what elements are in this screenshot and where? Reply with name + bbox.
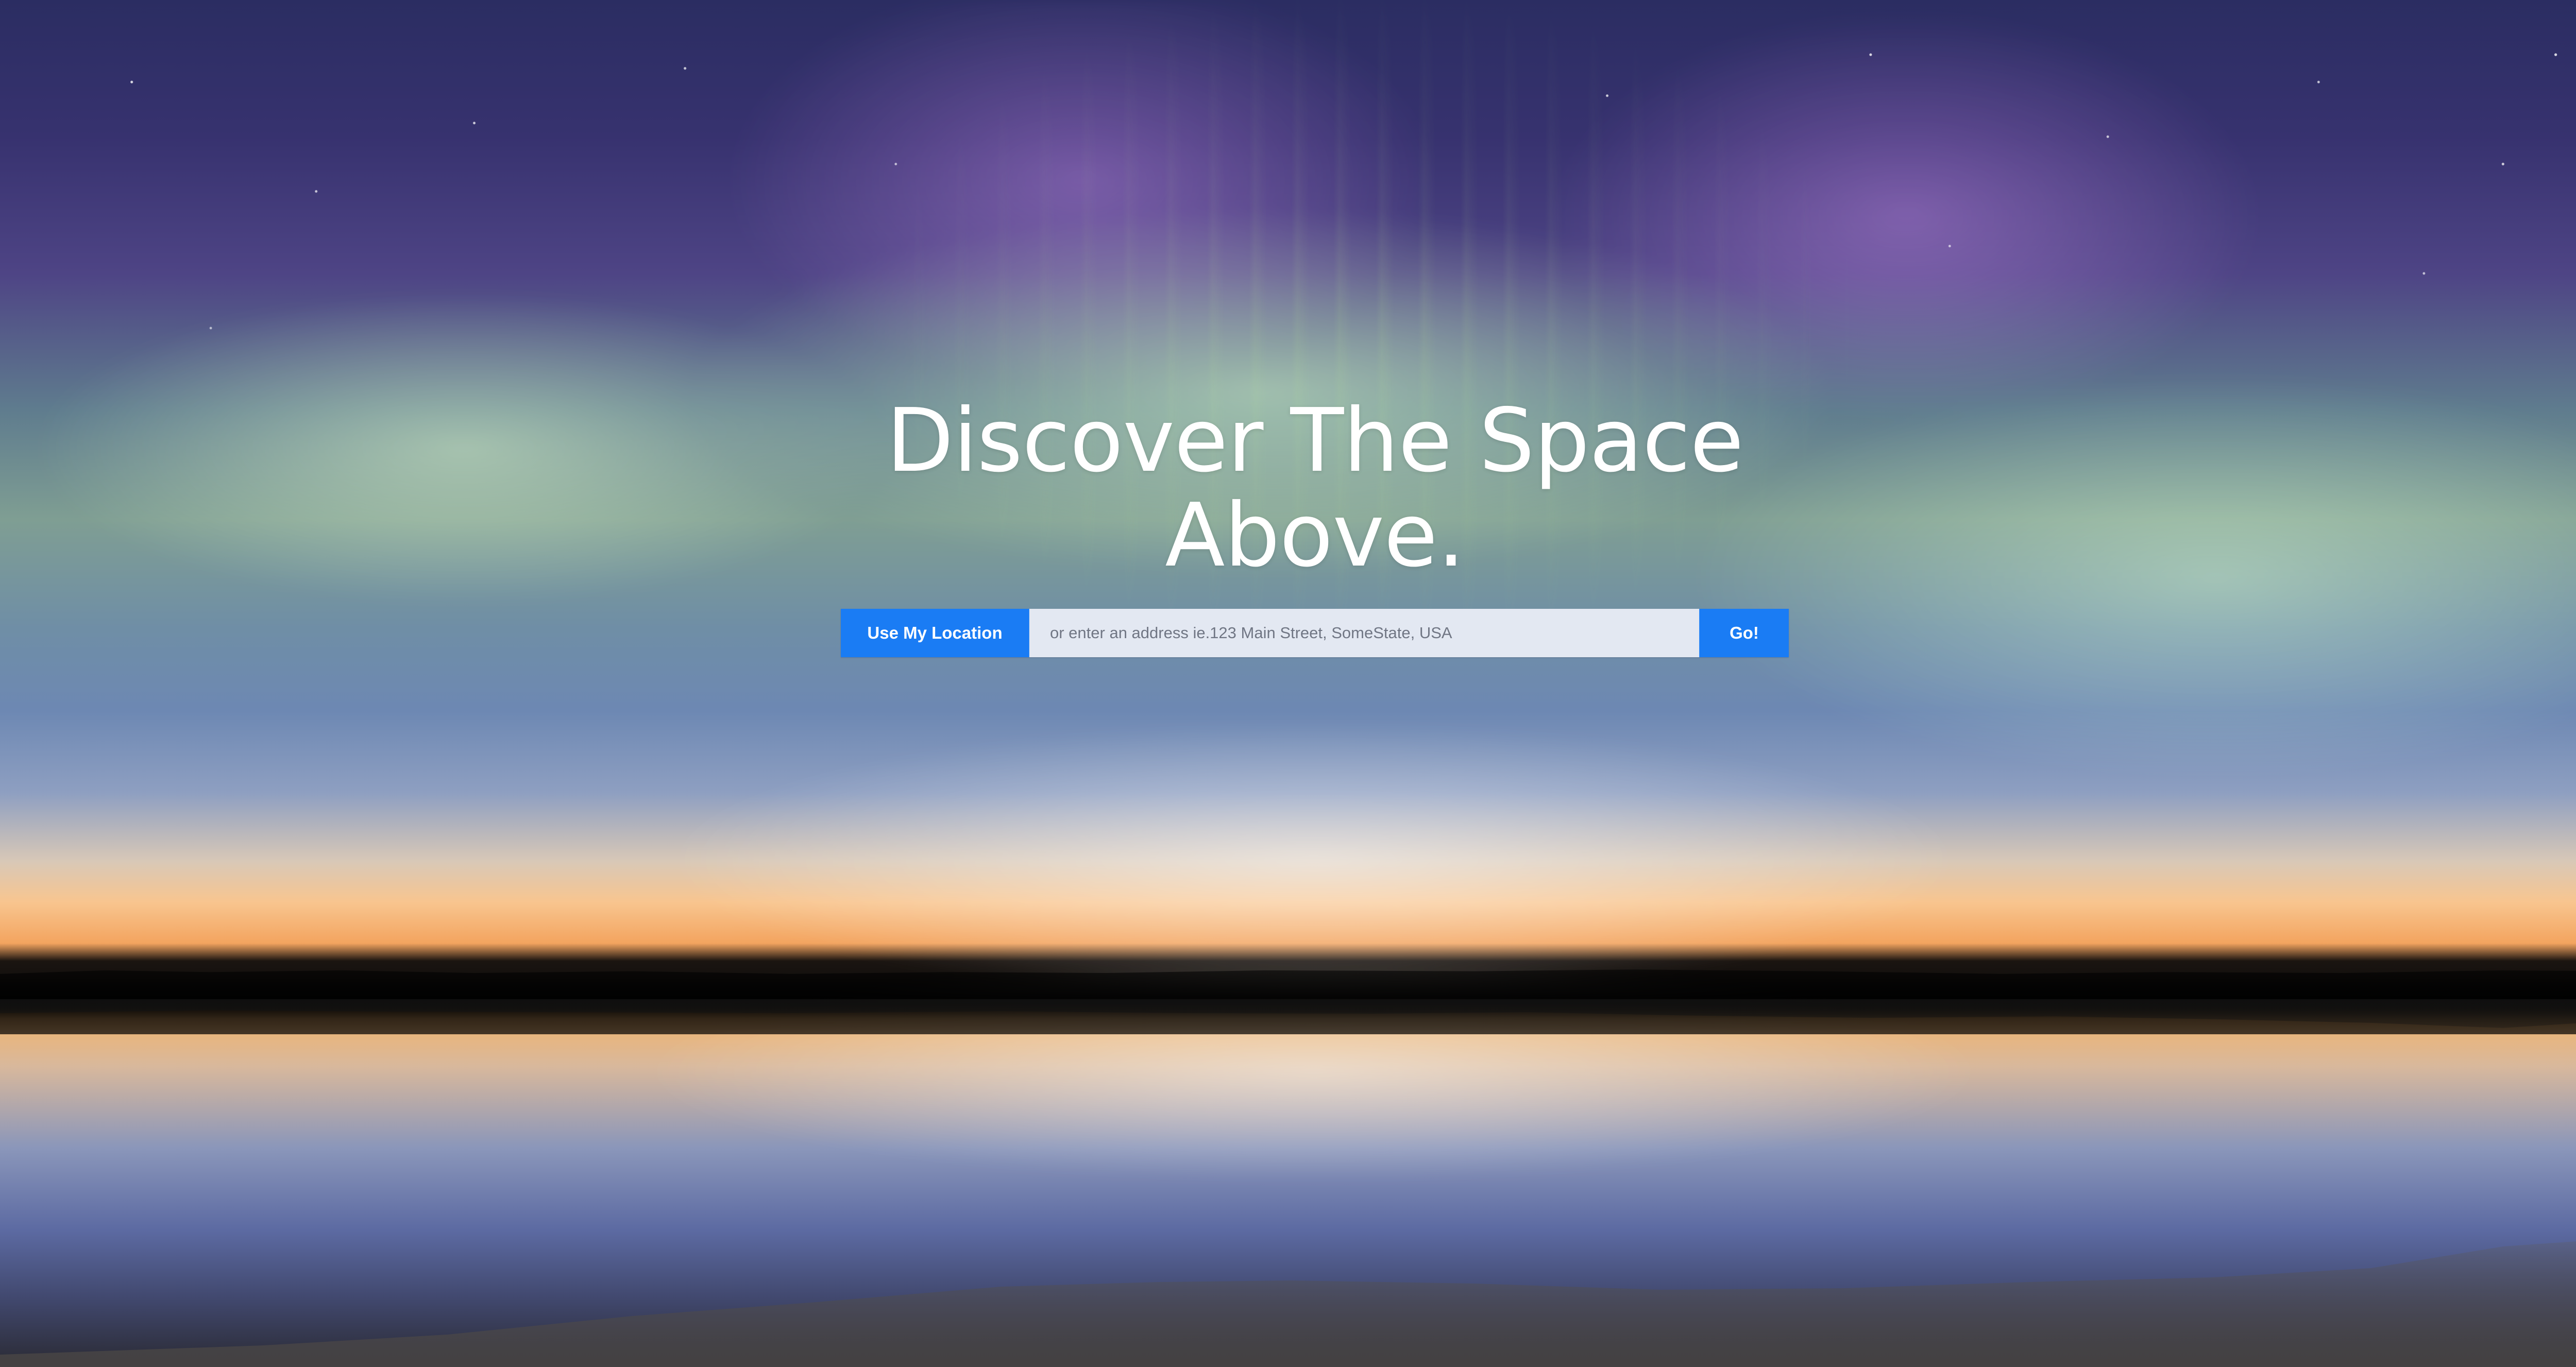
hero-content: Discover The Space Above. Use My Locatio… <box>841 390 1789 658</box>
page-title: Discover The Space Above. <box>886 390 1744 587</box>
go-button[interactable]: Go! <box>1699 609 1789 658</box>
star-field <box>0 0 2576 1367</box>
hero-section: Discover The Space Above. Use My Locatio… <box>0 0 2576 1367</box>
address-search-input[interactable] <box>1029 609 1699 658</box>
use-my-location-button[interactable]: Use My Location <box>841 609 1029 658</box>
location-search-bar: Use My Location Go! <box>841 609 1789 658</box>
